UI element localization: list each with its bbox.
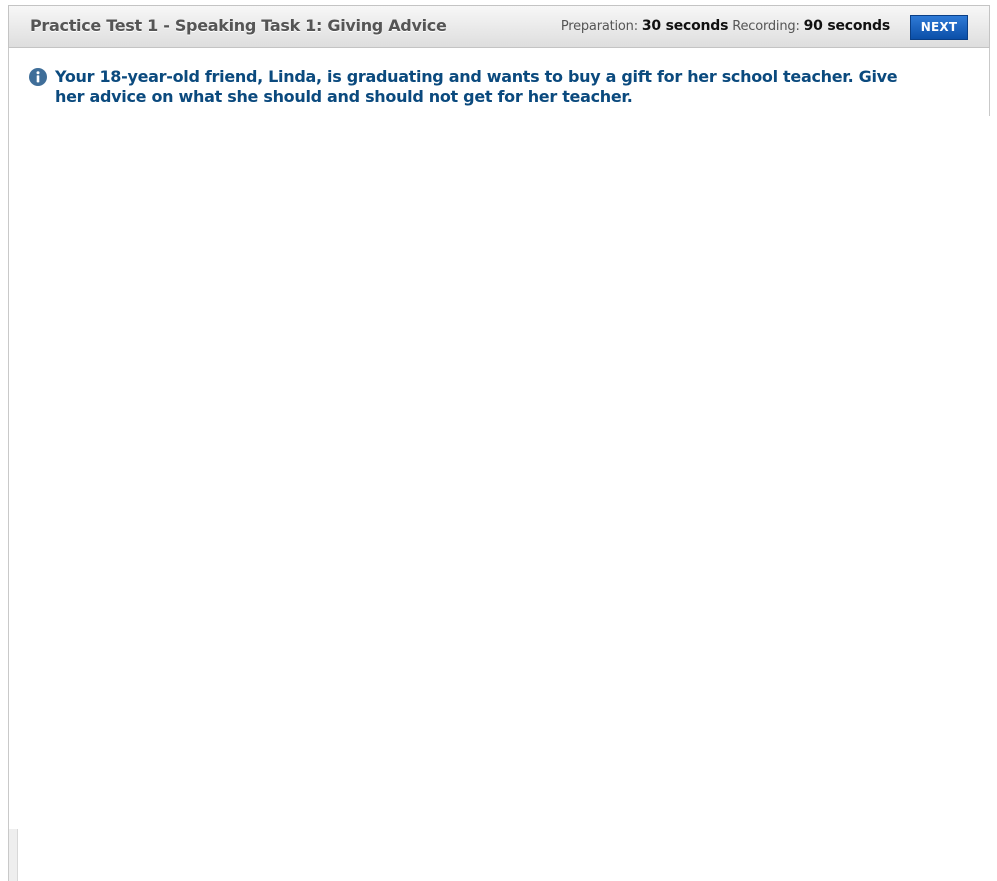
preparation-value: 30 seconds xyxy=(641,18,729,34)
info-icon xyxy=(29,68,47,86)
recording-value: 90 seconds xyxy=(803,18,891,34)
recording-label: Recording: xyxy=(732,19,800,34)
page-title: Practice Test 1 - Speaking Task 1: Givin… xyxy=(30,16,447,35)
task-prompt: Your 18-year-old friend, Linda, is gradu… xyxy=(29,67,929,107)
task-header-bar: Practice Test 1 - Speaking Task 1: Givin… xyxy=(8,5,990,48)
preparation-label: Preparation: xyxy=(560,19,638,34)
content-frame xyxy=(8,5,988,881)
frame-right-border xyxy=(989,48,990,116)
prompt-text: Your 18-year-old friend, Linda, is gradu… xyxy=(55,67,898,106)
next-button[interactable]: NEXT xyxy=(910,15,968,40)
bottom-left-tab xyxy=(8,829,18,881)
timing-info: Preparation: 30 seconds Recording: 90 se… xyxy=(561,18,890,34)
